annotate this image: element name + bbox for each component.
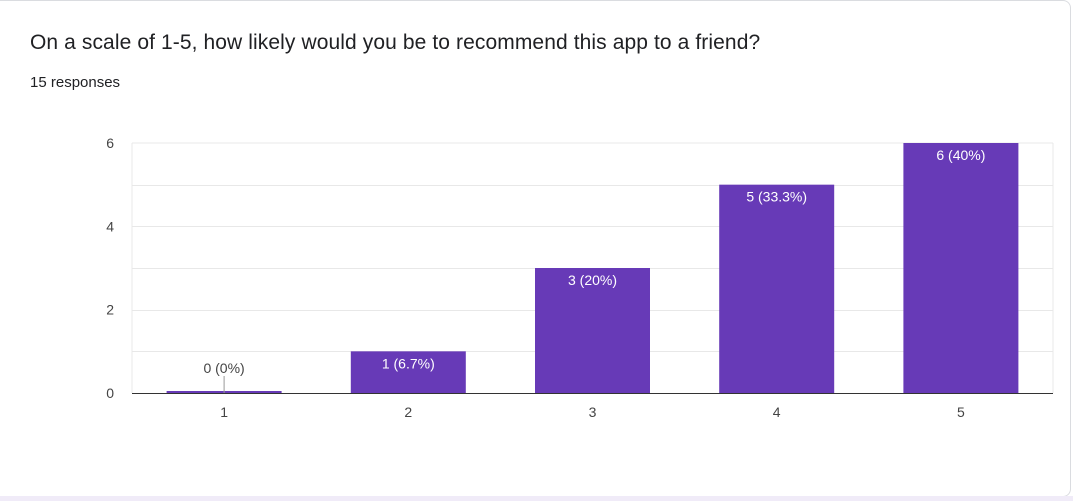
data-label: 0 (0%) <box>203 360 244 376</box>
y-tick-label: 4 <box>106 218 114 234</box>
data-label: 5 (33.3%) <box>746 189 807 205</box>
bar <box>719 184 835 393</box>
x-tick-label: 1 <box>220 404 228 420</box>
x-tick-label: 4 <box>773 404 781 420</box>
question-summary-card: On a scale of 1-5, how likely would you … <box>0 0 1071 497</box>
bar <box>903 143 1019 393</box>
y-tick-label: 6 <box>106 135 114 151</box>
data-label: 6 (40%) <box>936 147 985 163</box>
y-tick-label: 0 <box>106 385 114 401</box>
data-label: 1 (6.7%) <box>382 355 435 371</box>
x-tick-label: 5 <box>957 404 965 420</box>
x-tick-label: 3 <box>589 404 597 420</box>
x-tick-label: 2 <box>404 404 412 420</box>
data-label: 3 (20%) <box>568 272 617 288</box>
bar-chart: 0 2 4 6 0 (0%) 1 1 (6.7%) 2 3 (20%) 3 5 (33.3%) 4 6 … <box>106 135 1054 420</box>
card-divider <box>0 496 1073 501</box>
y-tick-label: 2 <box>106 302 114 318</box>
